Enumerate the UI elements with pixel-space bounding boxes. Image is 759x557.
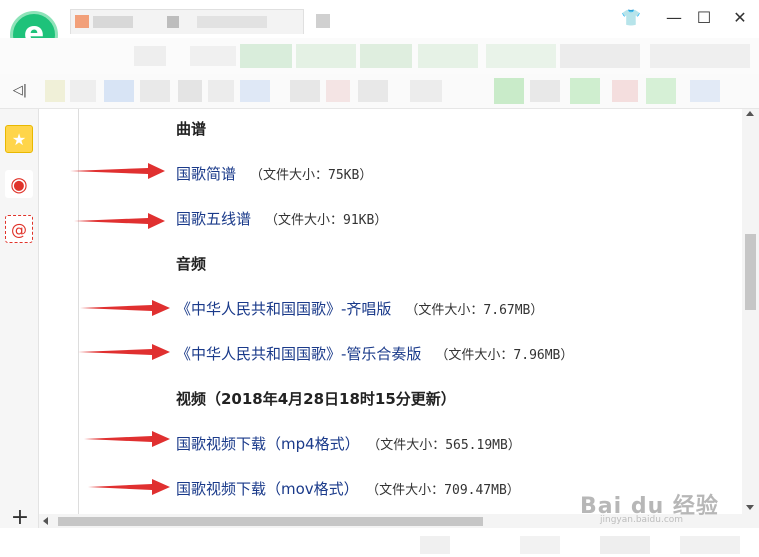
- file-size: （文件大小：709.47MB）: [372, 483, 520, 498]
- arrow-icon: [88, 479, 170, 495]
- file-size: （文件大小：7.96MB）: [435, 348, 574, 363]
- scroll-left-icon[interactable]: [43, 517, 48, 525]
- list-item: 国歌五线谱 （文件大小：91KB）: [176, 208, 387, 229]
- download-link[interactable]: 国歌视频下载（mp4格式）: [176, 435, 360, 453]
- arrow-icon: [70, 163, 165, 179]
- download-link[interactable]: 国歌视频下载（mov格式）: [176, 480, 359, 498]
- section-heading-scores: 曲谱: [176, 120, 207, 138]
- vertical-scrollbar[interactable]: [742, 109, 759, 514]
- download-link[interactable]: 《中华人民共和国国歌》-管乐合奏版: [176, 345, 421, 363]
- address-bar-row: [0, 38, 759, 74]
- list-item: 《中华人民共和国国歌》-齐唱版 （文件大小：7.67MB）: [176, 298, 543, 319]
- list-item: 国歌简谱 （文件大小：75KB）: [176, 163, 372, 184]
- download-link[interactable]: 国歌五线谱: [176, 210, 251, 228]
- file-size: （文件大小：565.19MB）: [373, 438, 521, 453]
- vertical-scroll-thumb[interactable]: [745, 234, 756, 310]
- file-size: （文件大小：91KB）: [265, 213, 388, 228]
- star-icon[interactable]: ★: [5, 125, 33, 153]
- sidebar: ★ ◉ @: [0, 109, 39, 557]
- bookmarks-bar: [0, 74, 759, 109]
- minimize-button[interactable]: —: [659, 4, 689, 32]
- horizontal-scroll-thumb[interactable]: [58, 517, 483, 526]
- file-size: （文件大小：7.67MB）: [405, 303, 544, 318]
- download-link[interactable]: 国歌简谱: [176, 165, 236, 183]
- tab-title-blurred: [167, 16, 179, 28]
- sidebar-toggle-button[interactable]: ◁|: [10, 82, 30, 100]
- weibo-icon[interactable]: ◉: [5, 170, 33, 198]
- watermark-url: jingyan.baidu.com: [600, 515, 684, 525]
- tab-title-blurred: [93, 16, 133, 28]
- tab-title-blurred: [197, 16, 267, 28]
- close-button[interactable]: ✕: [725, 4, 755, 32]
- download-link[interactable]: 《中华人民共和国国歌》-齐唱版: [176, 300, 391, 318]
- arrow-icon: [84, 431, 170, 447]
- tab-favicon: [75, 15, 89, 28]
- mail-icon[interactable]: @: [5, 215, 33, 243]
- skin-icon[interactable]: 👕: [616, 4, 646, 32]
- arrow-icon: [78, 344, 170, 360]
- list-item: 《中华人民共和国国歌》-管乐合奏版 （文件大小：7.96MB）: [176, 343, 573, 364]
- scroll-down-icon[interactable]: [746, 505, 754, 510]
- list-item: 国歌视频下载（mov格式） （文件大小：709.47MB）: [176, 478, 520, 499]
- section-heading-audio: 音频: [176, 255, 207, 273]
- browser-tab[interactable]: [70, 9, 304, 34]
- status-bar: [0, 528, 759, 557]
- scroll-up-icon[interactable]: [746, 111, 754, 116]
- arrow-icon: [74, 213, 165, 229]
- list-item: 国歌视频下载（mp4格式） （文件大小：565.19MB）: [176, 433, 521, 454]
- maximize-button[interactable]: ☐: [689, 4, 719, 32]
- new-tab-button[interactable]: [316, 14, 330, 28]
- annotation-arrows: [70, 163, 170, 495]
- file-size: （文件大小：75KB）: [250, 168, 373, 183]
- section-heading-video: 视频（2018年4月28日18时15分更新）: [176, 390, 456, 408]
- add-sidebar-item-button[interactable]: +: [10, 506, 30, 530]
- arrow-icon: [80, 300, 170, 316]
